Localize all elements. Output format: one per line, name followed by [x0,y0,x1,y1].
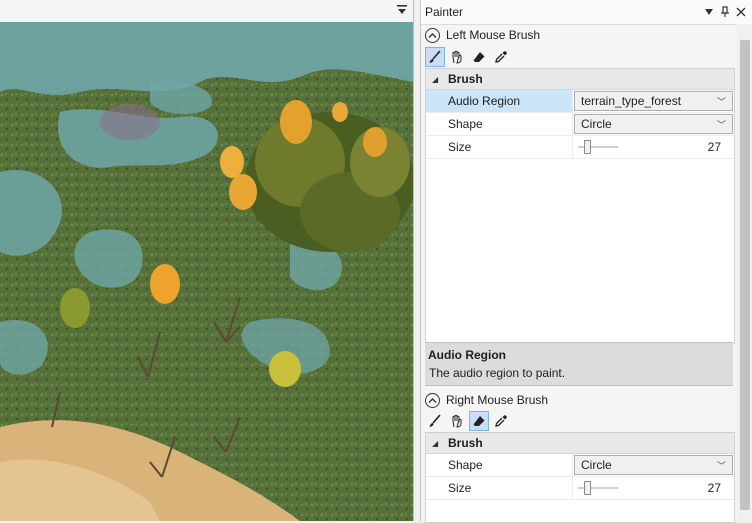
category-label: Brush [448,72,483,86]
terrain-viewport[interactable] [0,22,413,521]
paint-brush-icon[interactable] [425,411,445,431]
left-brush-toolbar [425,46,513,68]
property-row-shape[interactable]: Shape Circle ﹀ [426,454,734,477]
eyedropper-icon[interactable] [491,47,511,67]
property-name: Audio Region [426,90,572,112]
description-title: Audio Region [428,348,506,362]
property-name: Shape [448,458,483,472]
audio-region-dropdown[interactable]: terrain_type_forest ﹀ [574,91,733,111]
dropdown-arrow-icon[interactable] [703,5,715,19]
property-name: Size [448,140,472,154]
scrollbar-thumb[interactable] [740,40,750,510]
property-row-shape[interactable]: Shape Circle ﹀ [426,113,734,136]
eraser-icon[interactable] [469,47,489,67]
right-brush-header: Right Mouse Brush [425,389,548,411]
size-value: 27 [707,140,721,154]
property-row-audio-region[interactable]: Audio Region terrain_type_forest ﹀ [426,90,734,113]
property-name: Size [448,481,472,495]
description-text: The audio region to paint. [429,366,566,380]
chevron-down-icon: ﹀ [716,96,726,107]
expand-triangle-icon: ◢ [432,438,439,448]
right-brush-toolbar [425,410,513,432]
property-row-size[interactable]: Size 27 [426,477,734,500]
eraser-icon[interactable] [469,411,489,431]
shape-dropdown[interactable]: Circle ﹀ [574,455,733,475]
property-row-size[interactable]: Size 27 [426,136,734,159]
collapse-up-icon[interactable] [425,392,440,408]
panel-title: Painter [425,5,464,19]
size-slider[interactable] [578,479,618,497]
paint-brush-icon[interactable] [425,47,445,67]
chevron-down-icon: ﹀ [716,119,726,130]
category-header[interactable]: ◢ Brush [426,69,734,90]
property-description: Audio Region The audio region to paint. [425,342,733,386]
size-value: 27 [707,481,721,495]
right-brush-title: Right Mouse Brush [446,393,549,407]
expand-triangle-icon: ◢ [432,74,439,84]
hand-icon[interactable] [447,47,467,67]
right-brush-property-grid: ◢ Brush Shape Circle ﹀ Size 27 [425,432,735,523]
category-label: Brush [448,436,483,450]
dropdown-value: Circle [581,458,612,472]
left-brush-property-grid: ◢ Brush Audio Region terrain_type_forest… [425,68,735,344]
viewport-toolbar [0,0,414,23]
slider-thumb[interactable] [584,140,591,154]
size-slider[interactable] [578,138,618,156]
category-header[interactable]: ◢ Brush [426,433,734,454]
dropdown-value: Circle [581,117,612,131]
close-icon[interactable] [735,5,747,19]
dropdown-value: terrain_type_forest [581,94,682,108]
slider-thumb[interactable] [584,481,591,495]
left-brush-title: Left Mouse Brush [446,28,541,42]
eyedropper-icon[interactable] [491,411,511,431]
shape-dropdown[interactable]: Circle ﹀ [574,114,733,134]
viewport-menu-arrow-icon[interactable] [396,4,408,16]
pin-icon[interactable] [719,5,731,19]
property-name: Shape [448,117,483,131]
collapse-up-icon[interactable] [425,27,440,43]
panel-scrollbar[interactable] [737,24,752,521]
left-brush-header: Left Mouse Brush [425,24,540,46]
painter-panel: Painter Left Mouse Brush ◢ Brush Audio R… [420,0,752,523]
panel-header: Painter [421,0,752,25]
hand-icon[interactable] [447,411,467,431]
chevron-down-icon: ﹀ [716,460,726,471]
